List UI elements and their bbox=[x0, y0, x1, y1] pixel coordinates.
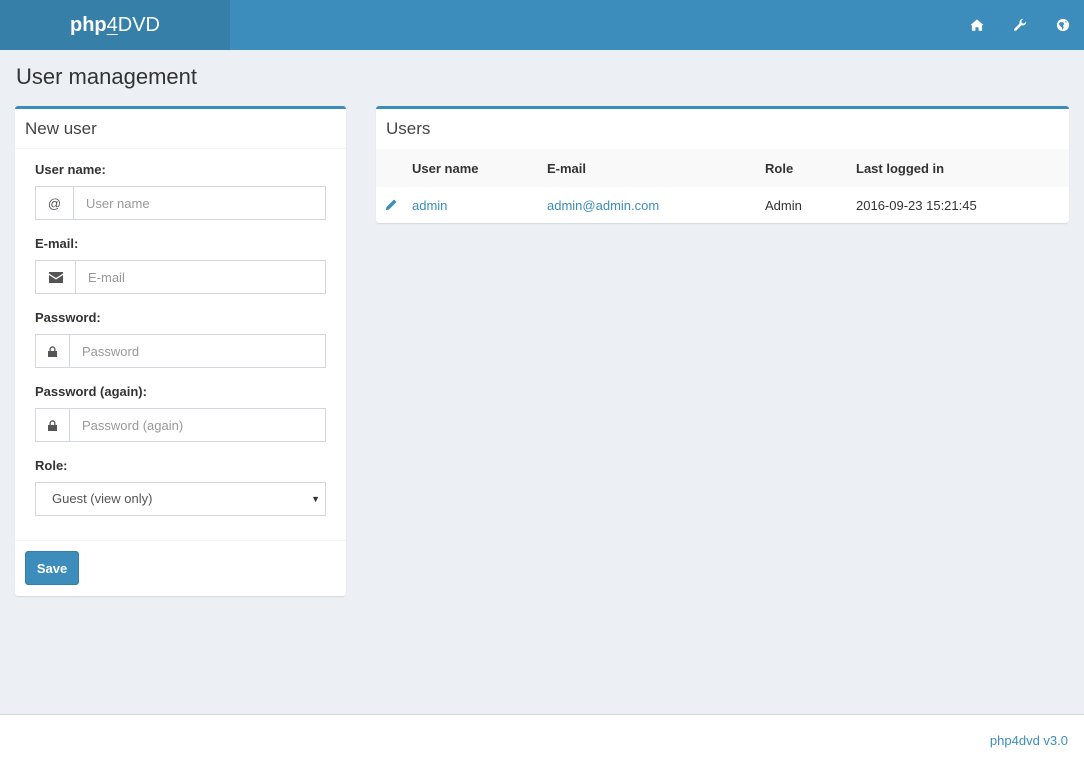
password-again-group: Password (again): bbox=[35, 383, 326, 442]
password-again-input[interactable] bbox=[70, 409, 325, 441]
role-group: Role: Guest (view only) ▼ bbox=[35, 457, 326, 516]
home-icon[interactable] bbox=[955, 0, 998, 50]
edit-cell bbox=[376, 187, 412, 223]
lock-icon bbox=[36, 335, 70, 367]
pencil-icon[interactable] bbox=[376, 199, 412, 211]
email-label: E-mail: bbox=[35, 236, 79, 251]
users-panel: Users User name E-mail Role Last logged … bbox=[376, 106, 1069, 223]
column-header-username: User name bbox=[412, 160, 479, 176]
new-user-footer: Save bbox=[15, 540, 346, 596]
column-header-last-login: Last logged in bbox=[856, 160, 945, 176]
column-header-role: Role bbox=[765, 160, 794, 176]
globe-icon[interactable] bbox=[1041, 0, 1084, 50]
new-user-title: New user bbox=[15, 109, 346, 149]
password-input[interactable] bbox=[70, 335, 325, 367]
password-group: Password: bbox=[35, 309, 326, 368]
at-sign-icon: @ bbox=[36, 187, 74, 219]
save-button[interactable]: Save bbox=[25, 551, 79, 585]
user-email-link[interactable]: admin@admin.com bbox=[547, 187, 765, 223]
version-link[interactable]: php4dvd v3.0 bbox=[990, 733, 1068, 748]
email-input[interactable] bbox=[76, 261, 325, 293]
password-label: Password: bbox=[35, 310, 101, 325]
column-header-email: E-mail bbox=[547, 160, 587, 176]
brand-logo[interactable]: php4DVD bbox=[0, 0, 230, 50]
username-input[interactable] bbox=[74, 187, 325, 219]
table-row: admin admin@admin.com Admin 2016-09-23 1… bbox=[376, 187, 1069, 223]
username-label: User name: bbox=[35, 162, 106, 177]
envelope-icon bbox=[36, 261, 76, 293]
brand-rest-text: DVD bbox=[117, 14, 160, 36]
brand-four-text: 4 bbox=[106, 14, 118, 36]
role-select[interactable]: Guest (view only) ▼ bbox=[35, 482, 326, 516]
role-label: Role: bbox=[35, 458, 68, 473]
users-table: User name E-mail Role Last logged in adm… bbox=[376, 149, 1069, 223]
brand-bold-text: php bbox=[69, 14, 107, 36]
page-footer: php4dvd v3.0 bbox=[0, 714, 1084, 765]
new-user-panel: New user User name: @ E-mail: Password: bbox=[15, 106, 346, 596]
caret-down-icon: ▼ bbox=[311, 494, 320, 504]
lock-icon bbox=[36, 409, 70, 441]
wrench-icon[interactable] bbox=[998, 0, 1041, 50]
user-name-link[interactable]: admin bbox=[412, 187, 547, 223]
top-navbar: php4DVD bbox=[0, 0, 1084, 50]
user-last-login: 2016-09-23 15:21:45 bbox=[856, 197, 977, 213]
email-group: E-mail: bbox=[35, 235, 326, 294]
page-title: User management bbox=[16, 64, 197, 89]
role-selected-value: Guest (view only) bbox=[52, 491, 153, 506]
new-user-form: User name: @ E-mail: Password: bbox=[15, 149, 346, 516]
user-role: Admin bbox=[765, 197, 802, 213]
navbar-icons bbox=[955, 0, 1084, 50]
username-group: User name: @ bbox=[35, 161, 326, 220]
password-again-label: Password (again): bbox=[35, 384, 147, 399]
users-title: Users bbox=[386, 119, 431, 138]
table-header-row: User name E-mail Role Last logged in bbox=[376, 149, 1069, 187]
edit-column-header bbox=[376, 149, 412, 187]
